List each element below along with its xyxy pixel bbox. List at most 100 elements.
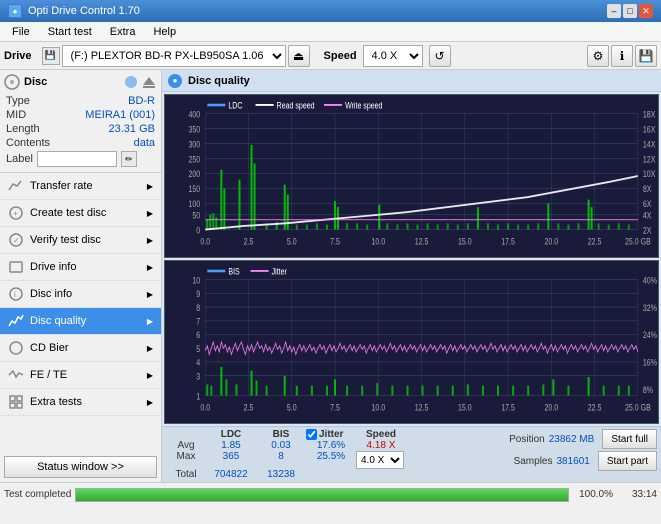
avg-label: Avg — [166, 440, 206, 451]
svg-text:+: + — [13, 209, 18, 218]
close-button[interactable]: ✕ — [639, 4, 653, 18]
svg-text:32%: 32% — [643, 303, 657, 313]
jitter-header: Jitter — [319, 429, 343, 440]
total-bis: 13238 — [256, 469, 306, 480]
nav-arrow: ▶ — [147, 209, 153, 218]
svg-text:12.5: 12.5 — [415, 403, 429, 413]
nav-create-test-disc[interactable]: + Create test disc ▶ — [0, 200, 161, 227]
svg-text:12.5: 12.5 — [415, 237, 429, 247]
speed-select[interactable]: 4.0 X — [363, 45, 423, 67]
nav-cd-bier[interactable]: CD Bier ▶ — [0, 335, 161, 362]
nav-verify-test-disc[interactable]: ✓ Verify test disc ▶ — [0, 227, 161, 254]
svg-text:15.0: 15.0 — [458, 403, 472, 413]
disc-info-icon: i — [8, 286, 24, 302]
status-window-button[interactable]: Status window >> — [4, 456, 157, 478]
settings-button[interactable]: ⚙ — [587, 45, 609, 67]
contents-value: data — [134, 137, 155, 149]
chart1-container: 400 350 300 250 200 150 100 50 0 18X 16X… — [164, 94, 659, 258]
speed-avg-val: 4.18 X — [356, 440, 406, 451]
contents-label: Contents — [6, 137, 50, 149]
svg-text:8X: 8X — [643, 184, 652, 194]
svg-text:5.0: 5.0 — [287, 403, 297, 413]
cd-bier-icon — [8, 340, 24, 356]
disc-contents-row: Contents data — [4, 136, 157, 150]
disc-quality-icon — [8, 313, 24, 329]
svg-text:Write speed: Write speed — [345, 101, 382, 111]
nav-disc-info-label: Disc info — [30, 288, 72, 300]
max-label: Max — [166, 451, 206, 469]
svg-text:Read speed: Read speed — [277, 101, 315, 111]
time-display: 33:14 — [617, 489, 657, 500]
svg-text:7.5: 7.5 — [330, 403, 340, 413]
label-edit-button[interactable]: ✏ — [121, 151, 137, 167]
svg-text:14X: 14X — [643, 140, 656, 150]
svg-text:4: 4 — [196, 358, 200, 368]
progress-bar-container — [75, 488, 569, 502]
verify-test-icon: ✓ — [8, 232, 24, 248]
svg-text:10.0: 10.0 — [371, 403, 385, 413]
svg-text:✓: ✓ — [13, 236, 20, 245]
menu-help[interactable]: Help — [145, 24, 184, 40]
jitter-check-container: Jitter — [306, 429, 356, 440]
menu-extra[interactable]: Extra — [102, 24, 144, 40]
ldc-header: LDC — [206, 429, 256, 440]
titlebar: ● Opti Drive Control 1.70 – □ ✕ — [0, 0, 661, 22]
menubar: File Start test Extra Help — [0, 22, 661, 42]
nav-cd-bier-label: CD Bier — [30, 342, 69, 354]
minimize-button[interactable]: – — [607, 4, 621, 18]
svg-text:10X: 10X — [643, 170, 656, 180]
maximize-button[interactable]: □ — [623, 4, 637, 18]
jitter-checkbox[interactable] — [306, 429, 317, 440]
nav-fe-te-label: FE / TE — [30, 369, 67, 381]
nav-fe-te[interactable]: FE / TE ▶ — [0, 362, 161, 389]
nav-arrow: ▶ — [147, 290, 153, 299]
nav-transfer-rate[interactable]: Transfer rate ▶ — [0, 173, 161, 200]
svg-text:1: 1 — [196, 392, 200, 402]
info-button[interactable]: ℹ — [611, 45, 633, 67]
start-part-button[interactable]: Start part — [598, 451, 657, 471]
menu-start-test[interactable]: Start test — [40, 24, 100, 40]
label-input[interactable] — [37, 151, 117, 167]
disc-mid-row: MID MEIRA1 (001) — [4, 108, 157, 122]
position-value: 23862 MB — [549, 434, 595, 445]
svg-text:Jitter: Jitter — [272, 267, 288, 277]
disc-type-row: Type BD-R — [4, 94, 157, 108]
menu-file[interactable]: File — [4, 24, 38, 40]
svg-text:7.5: 7.5 — [330, 237, 340, 247]
nav-drive-info[interactable]: Drive info ▶ — [0, 254, 161, 281]
app-title: Opti Drive Control 1.70 — [28, 5, 140, 17]
svg-text:15.0: 15.0 — [458, 237, 472, 247]
svg-text:0: 0 — [196, 226, 200, 236]
nav-arrow: ▶ — [147, 371, 153, 380]
svg-text:i: i — [14, 290, 16, 299]
main-area: Disc Type BD-R MID MEIRA1 (001) — [0, 70, 661, 482]
refresh-button[interactable]: ↺ — [429, 45, 451, 67]
nav-menu: Transfer rate ▶ + Create test disc ▶ ✓ V… — [0, 173, 161, 452]
nav-disc-quality[interactable]: Disc quality ▶ — [0, 308, 161, 335]
svg-text:9: 9 — [196, 289, 200, 299]
speed-label: Speed — [324, 50, 357, 62]
svg-text:16%: 16% — [643, 358, 657, 368]
drive-label: Drive — [4, 50, 32, 62]
max-jitter: 25.5% — [306, 451, 356, 469]
svg-text:17.5: 17.5 — [501, 403, 515, 413]
save-button[interactable]: 💾 — [635, 45, 657, 67]
svg-text:20.0: 20.0 — [545, 237, 559, 247]
avg-jitter: 17.6% — [306, 440, 356, 451]
nav-extra-tests-label: Extra tests — [30, 396, 82, 408]
titlebar-buttons[interactable]: – □ ✕ — [607, 4, 653, 18]
nav-extra-tests[interactable]: Extra tests ▶ — [0, 389, 161, 416]
svg-text:22.5: 22.5 — [588, 403, 602, 413]
disc-label-row: Label ✏ — [4, 150, 157, 168]
drive-select[interactable]: (F:) PLEXTOR BD-R PX-LB950SA 1.06 — [62, 45, 286, 67]
start-full-button[interactable]: Start full — [602, 429, 657, 449]
speed-select-stats[interactable]: 4.0 X — [356, 451, 404, 469]
drive-eject-button[interactable]: ⏏ — [288, 45, 310, 67]
progress-bar-fill — [76, 489, 568, 501]
total-label: Total — [166, 469, 206, 480]
svg-text:0.0: 0.0 — [200, 237, 210, 247]
nav-disc-info[interactable]: i Disc info ▶ — [0, 281, 161, 308]
start-part-label: Start part — [607, 456, 648, 467]
svg-text:350: 350 — [188, 125, 200, 135]
disc-action-icon — [123, 74, 139, 90]
